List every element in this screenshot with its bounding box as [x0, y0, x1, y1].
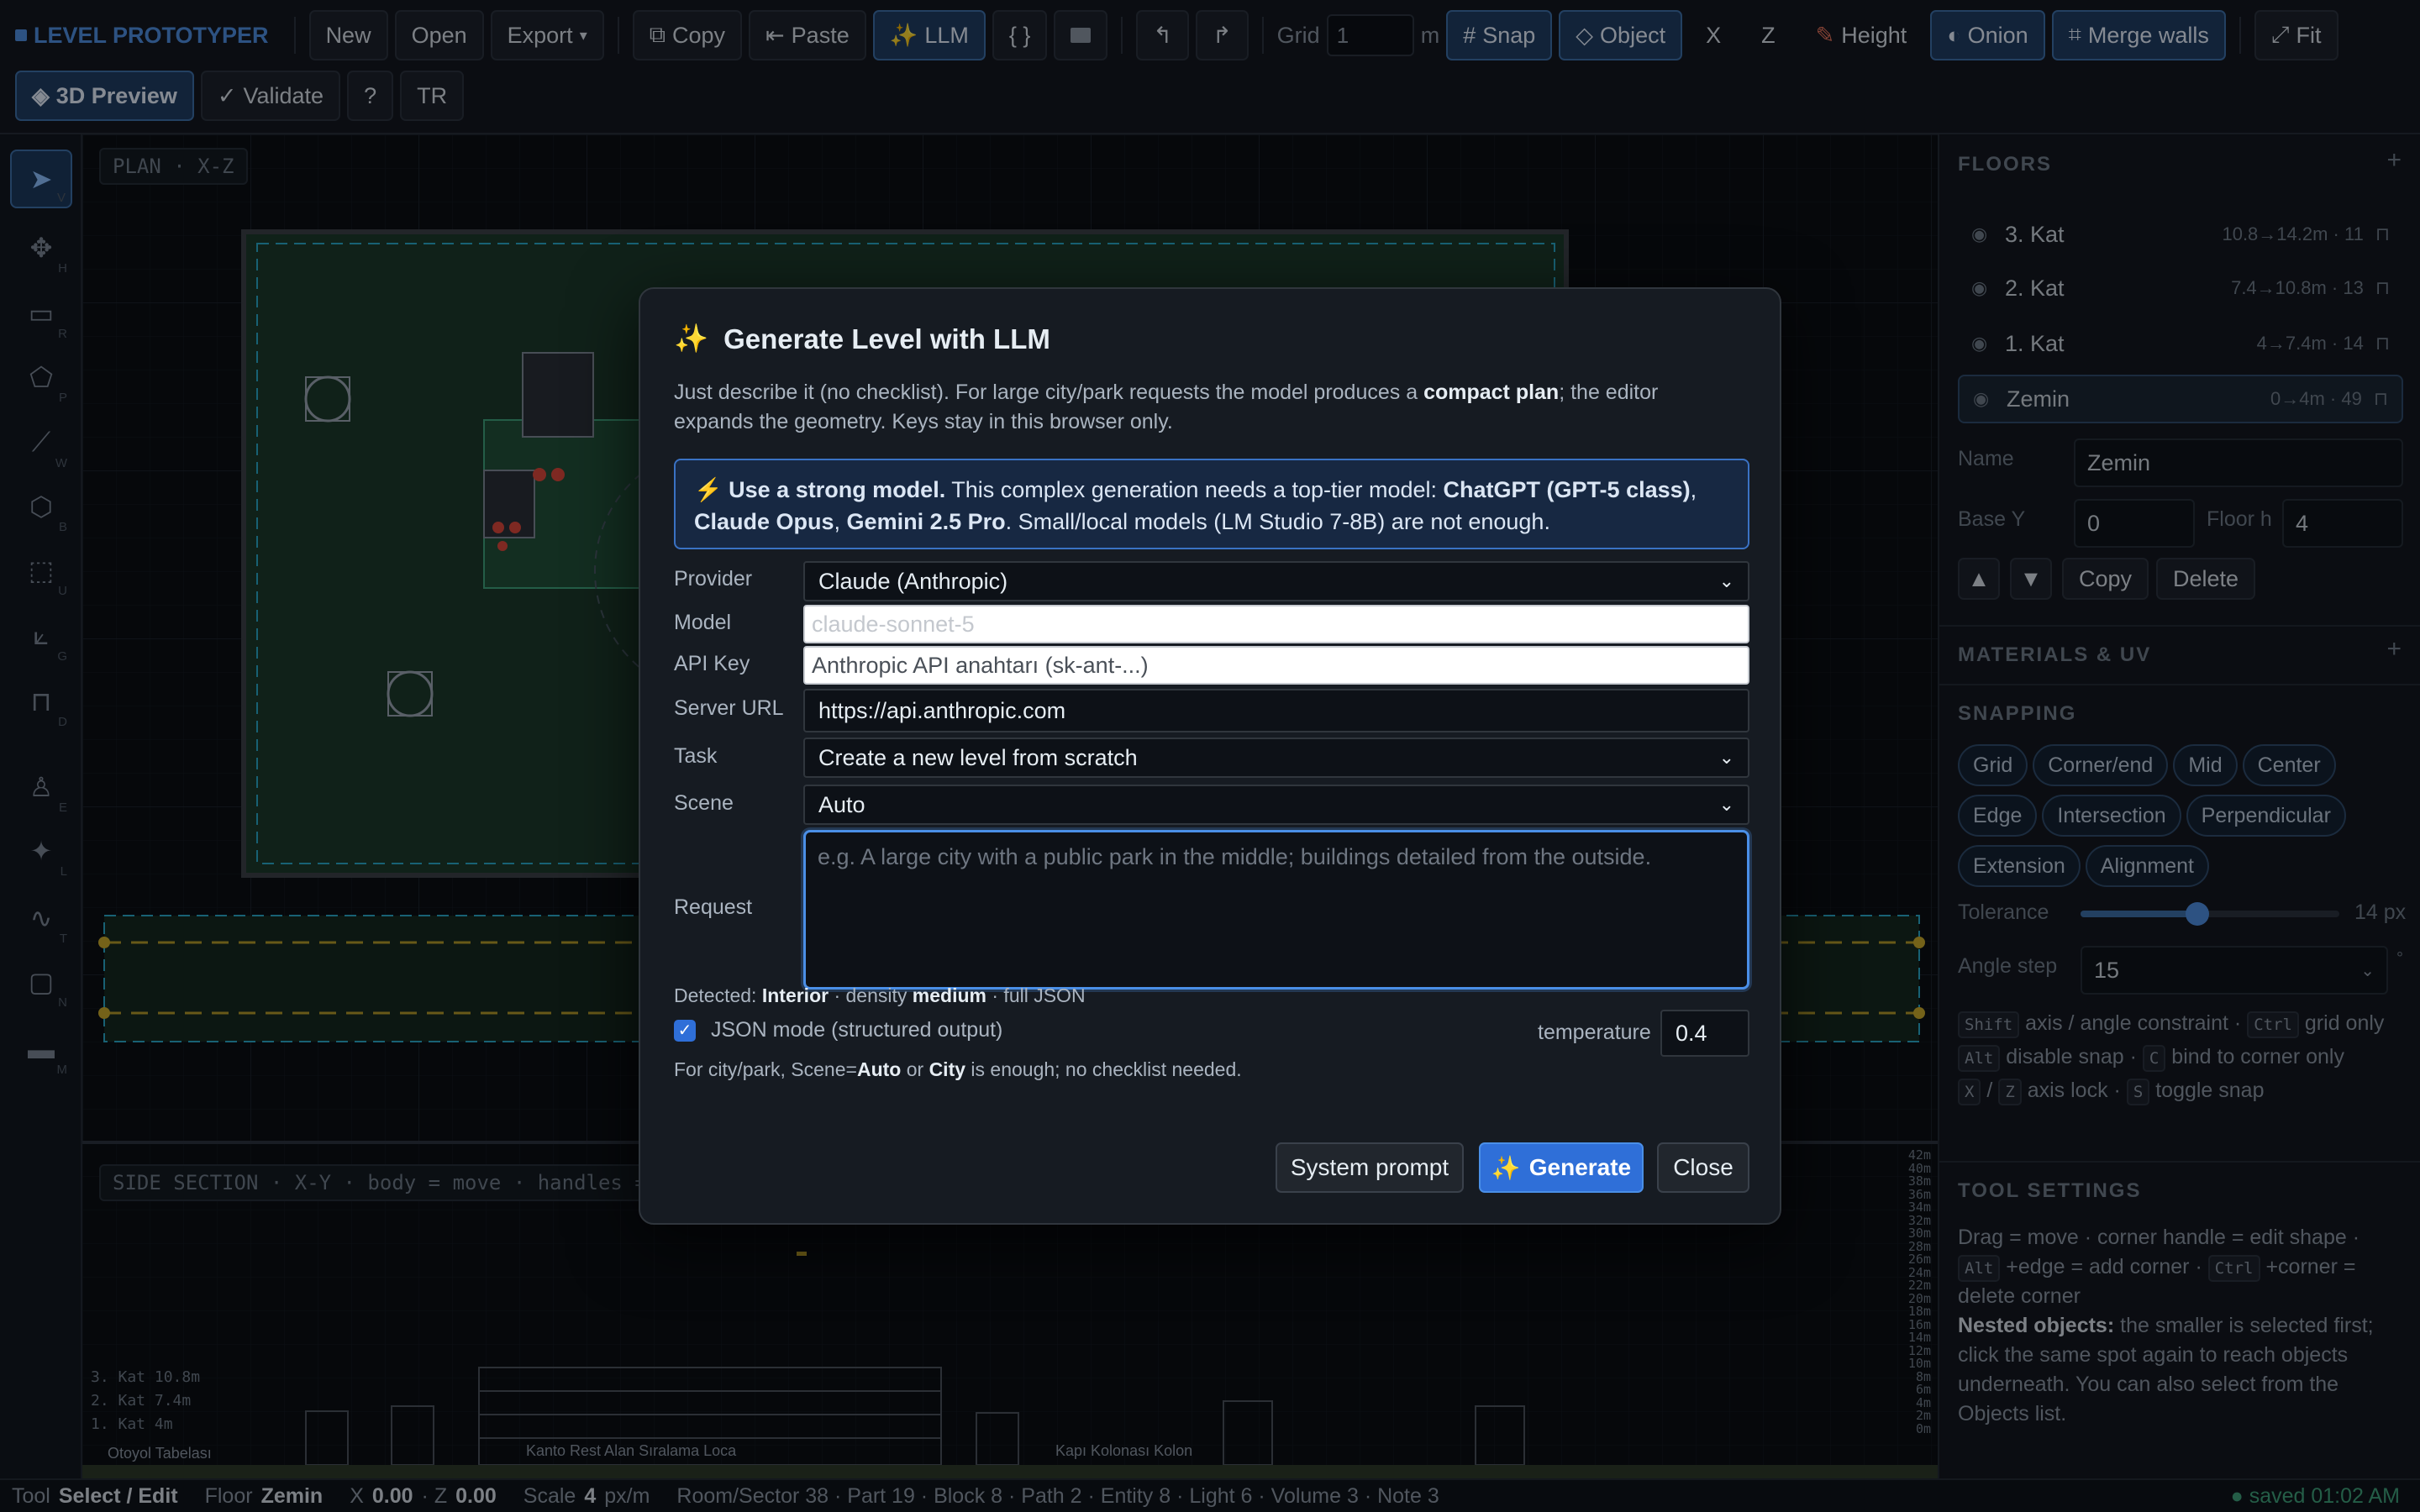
provider-label: Provider: [674, 567, 753, 591]
warn-model-claude: Claude Opus: [694, 509, 834, 534]
detected-density: medium: [912, 984, 986, 1006]
task-value: Create a new level from scratch: [818, 744, 1138, 770]
task-select[interactable]: Create a new level from scratch ⌄: [803, 738, 1749, 778]
note-city: City: [929, 1058, 966, 1080]
provider-select[interactable]: Claude (Anthropic) ⌄: [803, 561, 1749, 601]
api-key-placeholder: Anthropic API anahtarı (sk-ant-...): [812, 652, 1149, 678]
api-key-label: API Key: [674, 652, 750, 675]
dialog-description: Just describe it (no checklist). For lar…: [674, 378, 1741, 437]
server-url-value: https://api.anthropic.com: [818, 697, 1066, 723]
warn-text-a: This complex generation needs a top-tier…: [951, 477, 1438, 502]
close-label: Close: [1673, 1154, 1733, 1180]
lightning-icon: ⚡: [694, 477, 723, 502]
sparkle-icon: ✨: [674, 323, 709, 354]
detected-format: · full JSON: [992, 984, 1086, 1006]
dialog-title-text: Generate Level with LLM: [723, 323, 1050, 354]
detected-type: Interior: [761, 984, 829, 1006]
chevron-down-icon: ⌄: [1718, 747, 1734, 768]
detected-density-label: · density: [834, 984, 908, 1006]
model-label: Model: [674, 611, 732, 634]
chevron-down-icon: ⌄: [1718, 794, 1734, 815]
dialog-title: ✨ Generate Level with LLM: [674, 323, 1050, 355]
sparkle-icon: ✨: [1491, 1154, 1521, 1181]
warn-text-b: . Small/local models (LM Studio 7-8B) ar…: [1005, 509, 1550, 534]
api-key-input[interactable]: Anthropic API anahtarı (sk-ant-...): [803, 646, 1749, 685]
close-button[interactable]: Close: [1657, 1142, 1749, 1193]
detected-info: Detected: Interior · density medium · fu…: [674, 984, 1086, 1007]
note-or: or: [901, 1058, 929, 1080]
generate-label: Generate: [1528, 1154, 1632, 1180]
request-textarea[interactable]: e.g. A large city with a public park in …: [803, 830, 1749, 990]
note-auto: Auto: [856, 1058, 902, 1080]
request-label: Request: [674, 895, 753, 919]
provider-value: Claude (Anthropic): [818, 568, 1008, 594]
warn-bold: Use a strong model.: [729, 477, 946, 502]
server-url-label: Server URL: [674, 696, 784, 720]
temperature-label: temperature: [1538, 1021, 1651, 1044]
scene-label: Scene: [674, 791, 734, 815]
city-note: For city/park, Scene=Auto or City is eno…: [674, 1058, 1242, 1081]
json-mode-label: JSON mode (structured output): [711, 1018, 1003, 1042]
detected-label: Detected:: [674, 984, 757, 1006]
warn-model-gemini: Gemini 2.5 Pro: [846, 509, 1006, 534]
model-placeholder: claude-sonnet-5: [812, 611, 975, 637]
scene-select[interactable]: Auto ⌄: [803, 785, 1749, 825]
desc-bold: compact plan: [1423, 381, 1560, 404]
llm-dialog: ✨ Generate Level with LLM Just describe i…: [639, 287, 1781, 1225]
warn-model-gpt: ChatGPT (GPT-5 class): [1443, 477, 1691, 502]
note-part2: is enough; no checklist needed.: [965, 1058, 1242, 1080]
note-part1: For city/park, Scene=: [674, 1058, 857, 1080]
task-label: Task: [674, 744, 718, 768]
strong-model-warning: ⚡ Use a strong model. This complex gener…: [674, 459, 1749, 549]
desc-part1: Just describe it (no checklist). For lar…: [674, 381, 1418, 404]
json-mode-row: ✓ JSON mode (structured output): [674, 1018, 1002, 1042]
server-url-input[interactable]: https://api.anthropic.com: [803, 689, 1749, 732]
generate-button[interactable]: ✨ Generate: [1479, 1142, 1644, 1193]
chevron-down-icon: ⌄: [1718, 570, 1734, 591]
temperature-value: 0.4: [1676, 1020, 1707, 1046]
temperature-input[interactable]: 0.4: [1660, 1010, 1749, 1057]
json-mode-checkbox[interactable]: ✓: [674, 1019, 696, 1042]
scene-value: Auto: [818, 791, 865, 817]
model-input[interactable]: claude-sonnet-5: [803, 605, 1749, 643]
system-prompt-button[interactable]: System prompt: [1276, 1142, 1464, 1193]
system-prompt-label: System prompt: [1290, 1154, 1449, 1180]
request-placeholder: e.g. A large city with a public park in …: [818, 844, 1652, 869]
